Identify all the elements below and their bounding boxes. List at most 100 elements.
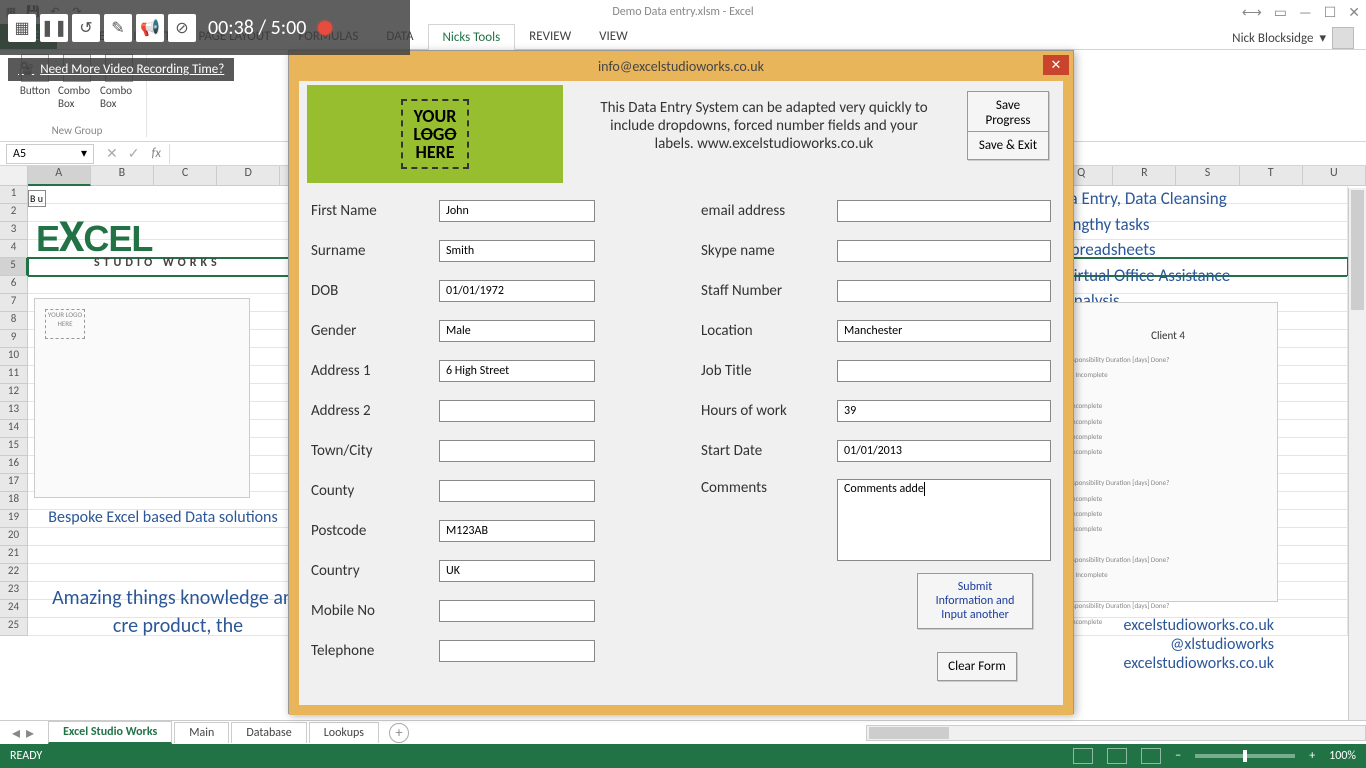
input-first-name[interactable]: John — [439, 200, 595, 222]
recorder-draw-icon[interactable]: ✎ — [104, 14, 132, 42]
row-header[interactable]: 10 — [0, 348, 28, 366]
column-header[interactable]: C — [154, 166, 217, 186]
recorder-timer: 00:38 / 5:00 — [208, 16, 306, 40]
row-header[interactable]: 2 — [0, 204, 28, 222]
user-account[interactable]: Nick Blocksidge ▾ — [1232, 27, 1354, 49]
input-hours[interactable]: 39 — [837, 400, 1051, 422]
row-header[interactable]: 15 — [0, 438, 28, 456]
zoom-slider[interactable] — [1195, 754, 1295, 758]
input-postcode[interactable]: M123AB — [439, 520, 595, 542]
zoom-level[interactable]: 100% — [1329, 749, 1356, 763]
window-title: Demo Data entry.xlsm - Excel — [612, 5, 753, 19]
row-header[interactable]: 16 — [0, 456, 28, 474]
ribbon-display-icon[interactable]: ▭ — [1274, 4, 1287, 21]
row-header[interactable]: 13 — [0, 402, 28, 420]
tab-nicks-tools[interactable]: Nicks Tools — [428, 24, 516, 50]
select-all-corner[interactable] — [0, 166, 28, 186]
row-header[interactable]: 3 — [0, 222, 28, 240]
recorder-pause-icon[interactable]: ❚❚ — [40, 14, 68, 42]
input-location[interactable]: Manchester — [837, 320, 1051, 342]
row-header[interactable]: 9 — [0, 330, 28, 348]
maximize-icon[interactable]: ☐ — [1324, 4, 1337, 21]
column-header[interactable]: S — [1176, 166, 1239, 186]
input-county[interactable] — [439, 480, 595, 502]
normal-view-icon[interactable] — [1073, 748, 1093, 764]
row-header[interactable]: 4 — [0, 240, 28, 258]
zoom-in-icon[interactable]: + — [1309, 749, 1315, 763]
input-surname[interactable]: Smith — [439, 240, 595, 262]
fx-icon[interactable]: fx — [151, 146, 161, 161]
row-header[interactable]: 21 — [0, 546, 28, 564]
thumbnail-image-2: Client 4 Responsibility Duration [days] … — [1058, 302, 1278, 602]
input-email[interactable] — [837, 200, 1051, 222]
sheet-tab-excel-studio-works[interactable]: Excel Studio Works — [48, 721, 172, 744]
save-exit-button[interactable]: Save & Exit — [967, 131, 1049, 160]
recorder-mic-icon[interactable]: 📢 — [136, 14, 164, 42]
input-skype[interactable] — [837, 240, 1051, 262]
recorder-upsell-link[interactable]: 🎥 Need More Video Recording Time? — [8, 58, 234, 81]
row-header[interactable]: 14 — [0, 420, 28, 438]
recorder-stop-icon[interactable]: ↺ — [72, 14, 100, 42]
input-jobtitle[interactable] — [837, 360, 1051, 382]
tab-review[interactable]: REVIEW — [515, 23, 585, 49]
sheet-tab-lookups[interactable]: Lookups — [309, 722, 379, 743]
zoom-out-icon[interactable]: − — [1175, 749, 1181, 763]
input-comments[interactable]: Comments adde — [837, 479, 1051, 561]
input-town[interactable] — [439, 440, 595, 462]
logo-placeholder: YOURLOGOHERE — [307, 85, 563, 183]
input-address2[interactable] — [439, 400, 595, 422]
userform-titlebar[interactable]: info@excelstudioworks.co.uk ✕ — [289, 51, 1073, 81]
row-header[interactable]: 8 — [0, 312, 28, 330]
tab-view[interactable]: VIEW — [585, 23, 642, 49]
page-layout-view-icon[interactable] — [1107, 748, 1127, 764]
name-box[interactable]: A5▾ — [6, 144, 94, 164]
close-button[interactable]: ✕ — [1043, 55, 1069, 75]
ribbon-options-icon[interactable]: ⟷ — [1242, 4, 1262, 21]
row-header[interactable]: 7 — [0, 294, 28, 312]
close-icon[interactable]: ✕ — [1348, 4, 1360, 21]
column-header[interactable]: B — [91, 166, 154, 186]
input-country[interactable]: UK — [439, 560, 595, 582]
vertical-scrollbar[interactable] — [1348, 188, 1366, 720]
row-header[interactable]: 1 — [0, 186, 28, 204]
row-header[interactable]: 20 — [0, 528, 28, 546]
cancel-formula-icon[interactable]: ✕ — [106, 145, 118, 162]
recorder-app-icon[interactable]: ▦ — [8, 14, 36, 42]
row-header[interactable]: 5 — [0, 258, 28, 276]
input-startdate[interactable]: 01/01/2013 — [837, 440, 1051, 462]
sheet-tab-main[interactable]: Main — [174, 722, 229, 743]
row-header[interactable]: 24 — [0, 600, 28, 618]
row-header[interactable]: 17 — [0, 474, 28, 492]
input-address1[interactable]: 6 High Street — [439, 360, 595, 382]
sheet-nav-next-icon[interactable]: ▸ — [26, 723, 34, 743]
save-progress-button[interactable]: Save Progress — [967, 91, 1049, 135]
page-break-view-icon[interactable] — [1141, 748, 1161, 764]
row-header[interactable]: 25 — [0, 618, 28, 636]
enter-formula-icon[interactable]: ✓ — [128, 145, 140, 162]
input-gender[interactable]: Male — [439, 320, 595, 342]
row-header[interactable]: 19 — [0, 510, 28, 528]
row-header[interactable]: 6 — [0, 276, 28, 294]
sheet-tab-database[interactable]: Database — [231, 722, 306, 743]
column-header[interactable]: A — [28, 166, 91, 186]
input-staff[interactable] — [837, 280, 1051, 302]
sheet-nav-prev-icon[interactable]: ◂ — [12, 723, 20, 743]
label-surname: Surname — [311, 242, 439, 260]
chevron-down-icon: ▾ — [81, 146, 87, 161]
horizontal-scrollbar[interactable] — [866, 725, 1366, 741]
input-dob[interactable]: 01/01/1972 — [439, 280, 595, 302]
input-mobile[interactable] — [439, 600, 595, 622]
row-header[interactable]: 12 — [0, 384, 28, 402]
column-header[interactable]: D — [217, 166, 280, 186]
add-sheet-button[interactable]: + — [389, 723, 409, 743]
row-header[interactable]: 22 — [0, 564, 28, 582]
minimize-icon[interactable]: — — [1299, 4, 1312, 21]
row-header[interactable]: 23 — [0, 582, 28, 600]
input-telephone[interactable] — [439, 640, 595, 662]
row-header[interactable]: 18 — [0, 492, 28, 510]
column-header[interactable]: T — [1240, 166, 1303, 186]
recorder-cancel-icon[interactable]: ⊘ — [168, 14, 196, 42]
column-header[interactable]: U — [1303, 166, 1366, 186]
column-header[interactable]: R — [1113, 166, 1176, 186]
row-header[interactable]: 11 — [0, 366, 28, 384]
